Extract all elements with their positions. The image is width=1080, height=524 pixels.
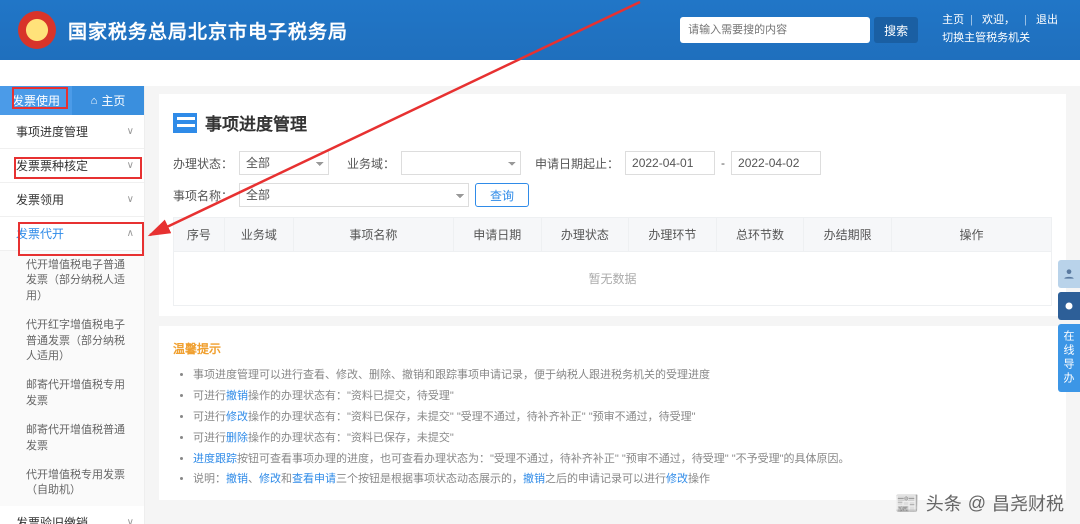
tip-row: 可进行修改操作的办理状态有："资料已保存，未提交" "受理不通过，待补齐补正" … [193, 407, 1052, 428]
right-rail: 在线导办 [1058, 260, 1080, 392]
menu-issue-on-behalf[interactable]: 发票代开∧ [0, 217, 144, 251]
th-status: 办理状态 [541, 218, 629, 252]
menu-progress[interactable]: 事项进度管理∨ [0, 115, 144, 149]
list-icon [173, 113, 197, 133]
tips-title: 温馨提示 [173, 336, 1052, 365]
user-links: 主页| 欢迎， | 退出 切换主管税务机关 [938, 12, 1062, 47]
welcome-text: 欢迎， [982, 14, 1015, 26]
th-index: 序号 [174, 218, 225, 252]
sub-mail-general[interactable]: 邮寄代开增值税普通发票 [0, 416, 144, 461]
status-select[interactable]: 全部 [239, 151, 329, 175]
page-title: 事项进度管理 [205, 110, 307, 135]
search-input[interactable] [680, 17, 870, 43]
th-date: 申请日期 [453, 218, 541, 252]
rail-online-guide[interactable]: 在线导办 [1058, 324, 1080, 392]
menu-receive[interactable]: 发票领用∨ [0, 183, 144, 217]
sub-red-vat-elec[interactable]: 代开红字增值税电子普通发票（部分纳税人适用） [0, 311, 144, 371]
sub-bar [0, 60, 1080, 86]
chevron-up-icon: ∧ [127, 228, 134, 239]
empty-row: 暂无数据 [174, 252, 1052, 306]
th-step: 办理环节 [629, 218, 717, 252]
date-from-input[interactable] [625, 151, 715, 175]
toutiao-icon: 📰 [895, 491, 920, 516]
switch-org-link[interactable]: 切换主管税务机关 [942, 32, 1030, 44]
chevron-down-icon: ∨ [127, 517, 134, 524]
th-name: 事项名称 [293, 218, 453, 252]
date-label: 申请日期起止： [535, 155, 619, 172]
sub-vat-elec[interactable]: 代开增值税电子普通发票（部分纳税人适用） [0, 251, 144, 311]
sidebar-tab-home-label: 主页 [101, 92, 125, 109]
tip-row: 说明：撤销、修改和查看申请三个按钮是根据事项状态动态展示的，撤销之后的申请记录可… [193, 469, 1052, 490]
submenu-issue: 代开增值税电子普通发票（部分纳税人适用） 代开红字增值税电子普通发票（部分纳税人… [0, 251, 144, 506]
tip-row: 事项进度管理可以进行查看、修改、删除、撤销和跟踪事项申请记录，便于纳税人跟进税务… [193, 365, 1052, 386]
sidebar-tab-invoice[interactable]: 发票使用 [0, 86, 72, 115]
sub-self-service[interactable]: 代开增值税专用发票（自助机） [0, 461, 144, 506]
chevron-down-icon: ∨ [127, 194, 134, 205]
status-label: 办理状态： [173, 155, 233, 172]
watermark: 📰 头条 @ 昌尧财税 [895, 490, 1064, 516]
app-header: 国家税务总局北京市电子税务局 搜索 主页| 欢迎， | 退出 切换主管税务机关 [0, 0, 1080, 60]
main-content: 事项进度管理 办理状态： 全部 业务域： 申请日期起止： - 事项名称： 全部 … [145, 86, 1080, 524]
th-biz: 业务域 [224, 218, 293, 252]
chevron-down-icon: ∨ [127, 126, 134, 137]
home-icon: ⌂ [91, 95, 98, 107]
rail-service-icon[interactable] [1058, 292, 1080, 320]
home-link[interactable]: 主页 [942, 14, 964, 26]
sub-mail-special[interactable]: 邮寄代开增值税专用发票 [0, 371, 144, 416]
th-total: 总环节数 [716, 218, 804, 252]
item-label: 事项名称： [173, 187, 233, 204]
search-box: 搜索 [680, 17, 918, 43]
search-button[interactable]: 搜索 [874, 17, 918, 43]
result-table: 序号 业务域 事项名称 申请日期 办理状态 办理环节 总环节数 办结期限 操作 … [173, 217, 1052, 306]
biz-select[interactable] [401, 151, 521, 175]
date-sep: - [721, 156, 725, 170]
menu-ticket-type[interactable]: 发票票种核定∨ [0, 149, 144, 183]
tip-row: 进度跟踪按钮可查看事项办理的进度，也可查看办理状态为："受理不通过，待补齐补正"… [193, 449, 1052, 470]
th-deadline: 办结期限 [804, 218, 892, 252]
logout-link[interactable]: 退出 [1036, 14, 1058, 26]
query-button[interactable]: 查询 [475, 183, 529, 207]
sidebar-tab-home[interactable]: ⌂主页 [72, 86, 144, 115]
sidebar: 发票使用 ⌂主页 事项进度管理∨ 发票票种核定∨ 发票领用∨ 发票代开∧ 代开增… [0, 86, 145, 524]
rail-user-icon[interactable] [1058, 260, 1080, 288]
item-select[interactable]: 全部 [239, 183, 469, 207]
tips-panel: 温馨提示 事项进度管理可以进行查看、修改、删除、撤销和跟踪事项申请记录，便于纳税… [159, 326, 1066, 500]
tip-row: 可进行删除操作的办理状态有："资料已保存，未提交" [193, 428, 1052, 449]
tax-emblem-icon [18, 11, 56, 49]
chevron-down-icon: ∨ [127, 160, 134, 171]
menu-verify-cancel[interactable]: 发票验旧缴销∨ [0, 506, 144, 524]
date-to-input[interactable] [731, 151, 821, 175]
th-action: 操作 [892, 218, 1052, 252]
biz-label: 业务域： [335, 155, 395, 172]
site-title: 国家税务总局北京市电子税务局 [68, 17, 348, 44]
tip-row: 可进行撤销操作的办理状态有："资料已提交，待受理" [193, 386, 1052, 407]
